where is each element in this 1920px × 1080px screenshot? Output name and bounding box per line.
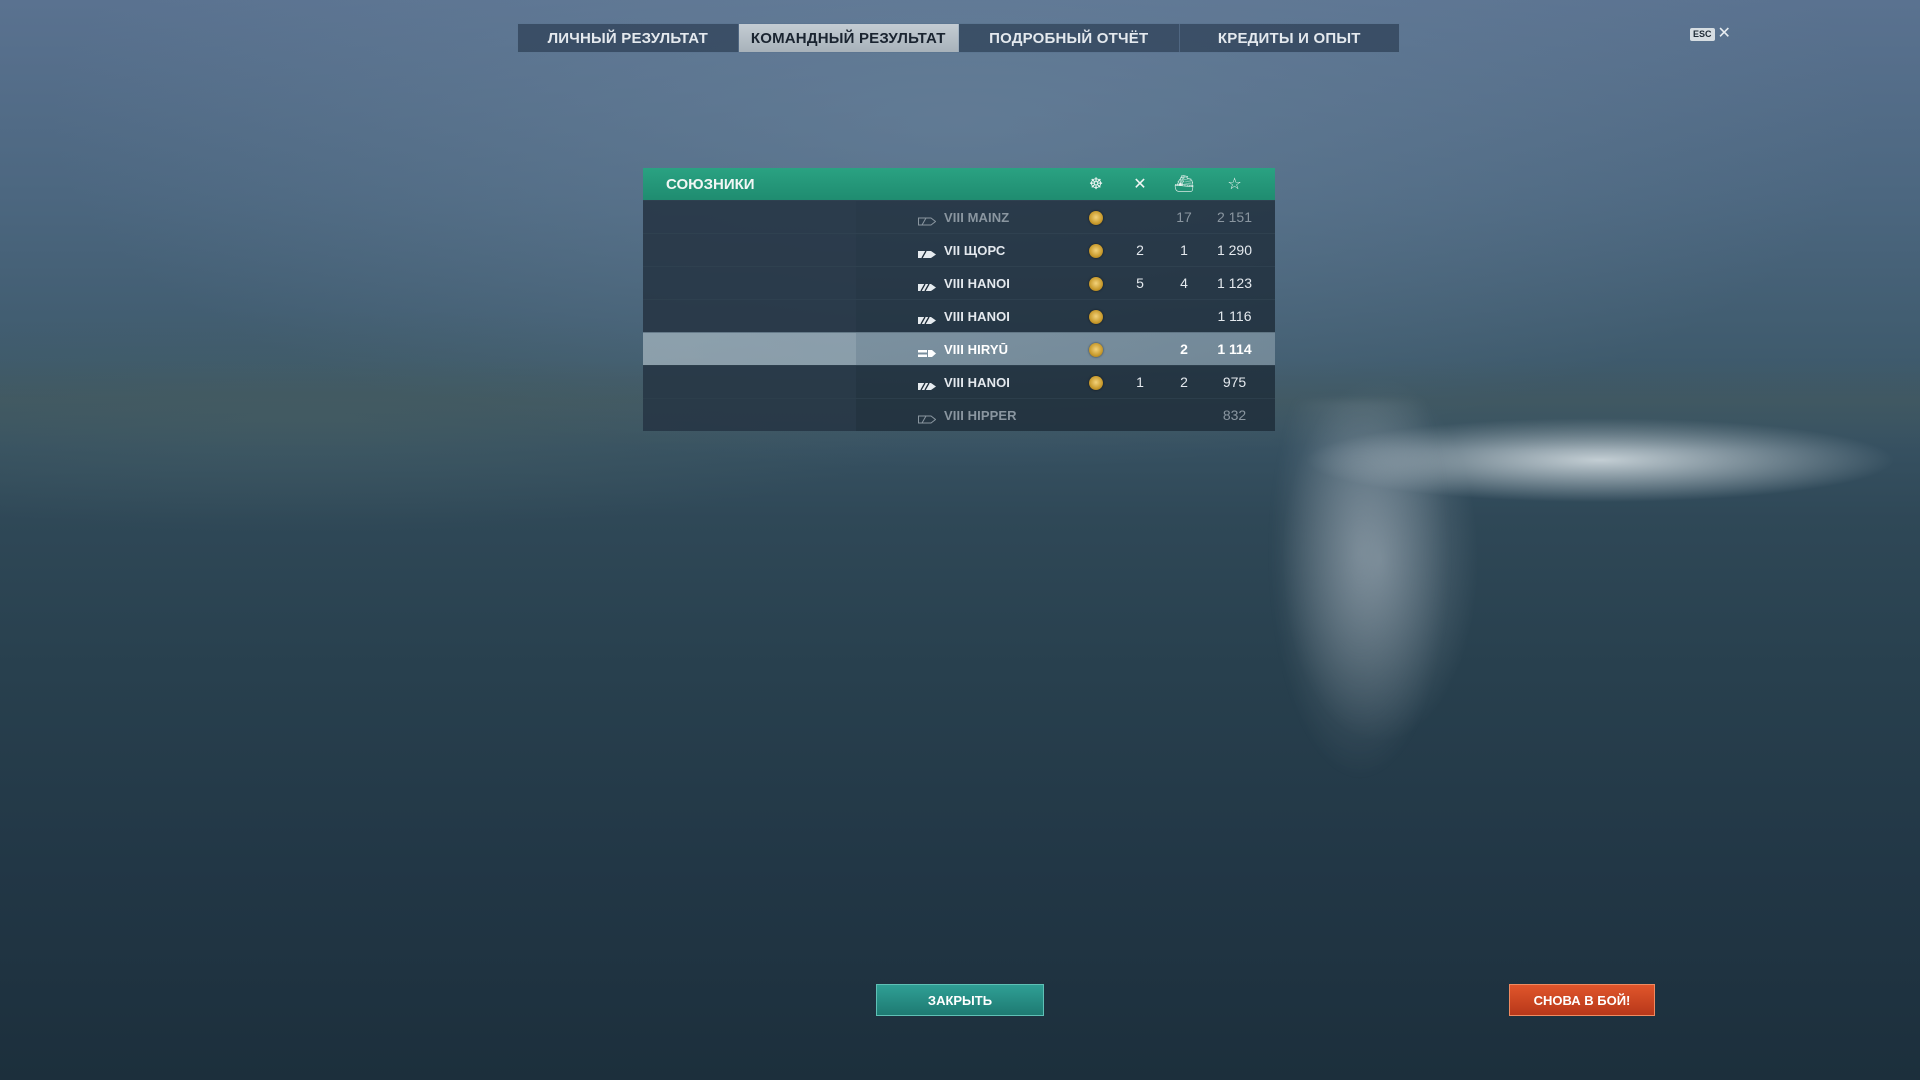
destroyer-icon	[918, 312, 936, 324]
esc-key-label: ESC	[1690, 27, 1715, 41]
carrier-icon	[918, 345, 936, 357]
ship-cell: VII ЩОРС	[918, 243, 1074, 258]
score-cell: 2 151	[1216, 209, 1253, 225]
battle-again-button[interactable]: СНОВА В БОЙ!	[1509, 984, 1655, 1016]
sunk-cell: 2	[1180, 341, 1188, 357]
tab-detailed-report[interactable]: ПОДРОБНЫЙ ОТЧЁТ	[959, 24, 1180, 52]
medal-cell	[1074, 374, 1118, 391]
medal-icon	[1089, 211, 1103, 226]
table-row[interactable]: VIII HIPPER 832	[643, 398, 1275, 431]
crossed-swords-icon: ✕	[1133, 176, 1147, 193]
cruiser-icon	[918, 246, 936, 258]
ship-cell: VIII HIRYŪ	[918, 342, 1074, 357]
result-tabs: ЛИЧНЫЙ РЕЗУЛЬТАТ КОМАНДНЫЙ РЕЗУЛЬТАТ ПОД…	[517, 23, 1400, 53]
table-row[interactable]: VIII HANOI 5 4 1 123	[643, 266, 1275, 299]
player-name-cell	[643, 399, 856, 431]
kills-cell: 5	[1136, 275, 1144, 291]
medal-cell	[1074, 308, 1118, 325]
table-row[interactable]: VIII HIRYŪ 2 1 114	[643, 332, 1275, 365]
medal-cell	[1074, 209, 1118, 226]
sunk-cell: 1	[1180, 242, 1188, 258]
sunk-cell: 17	[1176, 209, 1192, 225]
sunk-cell: 4	[1180, 275, 1188, 291]
medal-cell	[1074, 341, 1118, 358]
medal-cell	[1074, 275, 1118, 292]
tab-personal-result[interactable]: ЛИЧНЫЙ РЕЗУЛЬТАТ	[518, 24, 739, 52]
ship-name: VIII HANOI	[944, 275, 1011, 291]
tab-team-result[interactable]: КОМАНДНЫЙ РЕЗУЛЬТАТ	[738, 24, 959, 52]
ship-cell: VIII MAINZ	[918, 210, 1074, 225]
player-name-cell	[643, 366, 856, 398]
esc-close-button[interactable]: ESC ✕	[1690, 25, 1731, 42]
allies-title: СОЮЗНИКИ	[666, 175, 755, 193]
table-row[interactable]: VIII HANOI 1 116	[643, 299, 1275, 332]
medal-cell	[1074, 242, 1118, 259]
medal-icon	[1089, 376, 1103, 391]
destroyer-icon	[918, 378, 936, 390]
ship-cell: VIII HANOI	[918, 375, 1074, 390]
ship-name: VIII HANOI	[944, 308, 1011, 324]
ship-name: VII ЩОРС	[944, 242, 1006, 258]
player-name-cell	[643, 300, 856, 332]
table-row[interactable]: VII ЩОРС 2 1 1 290	[643, 233, 1275, 266]
ship-sinking-icon: ⛴	[1173, 176, 1195, 193]
allies-header: СОЮЗНИКИ ☸ ✕ ⛴ ☆	[643, 168, 1275, 200]
medal-icon	[1089, 343, 1103, 358]
medal-icon: ☸	[1088, 176, 1104, 193]
score-cell: 975	[1222, 374, 1247, 390]
ship-name: VIII MAINZ	[944, 209, 1010, 225]
star-icon: ☆	[1227, 176, 1242, 193]
allies-panel: СОЮЗНИКИ ☸ ✕ ⛴ ☆ VIII MAINZ 17 2 151 VII ЩО…	[643, 168, 1275, 431]
player-name-cell	[643, 267, 856, 299]
score-cell: 832	[1222, 407, 1247, 423]
sunk-cell: 2	[1180, 374, 1188, 390]
kills-cell: 2	[1136, 242, 1144, 258]
medal-icon	[1089, 277, 1103, 292]
destroyer-icon	[918, 279, 936, 291]
score-cell: 1 114	[1217, 341, 1252, 357]
ship-name: VIII HIPPER	[944, 407, 1017, 423]
table-row[interactable]: VIII HANOI 1 2 975	[643, 365, 1275, 398]
score-cell: 1 116	[1217, 308, 1252, 324]
allies-rows: VIII MAINZ 17 2 151 VII ЩОРС 2 1 1 290 VIII HAN…	[643, 200, 1275, 431]
close-icon: ✕	[1717, 25, 1731, 42]
close-button[interactable]: ЗАКРЫТЬ	[876, 984, 1044, 1016]
player-name-cell	[643, 201, 856, 233]
ship-name: VIII HIRYŪ	[944, 341, 1009, 357]
ship-cell: VIII HANOI	[918, 276, 1074, 291]
cruiser-icon-outline	[918, 411, 937, 423]
score-cell: 1 123	[1216, 275, 1253, 291]
kills-cell: 1	[1136, 374, 1144, 390]
ship-cell: VIII HIPPER	[918, 408, 1074, 423]
cruiser-icon-outline	[918, 213, 937, 225]
ship-cell: VIII HANOI	[918, 309, 1074, 324]
background-sun-glitter	[1270, 400, 1450, 780]
table-row[interactable]: VIII MAINZ 17 2 151	[643, 200, 1275, 233]
tab-credits-xp[interactable]: КРЕДИТЫ И ОПЫТ	[1180, 24, 1400, 52]
player-name-cell	[643, 234, 856, 266]
medal-icon	[1089, 310, 1103, 325]
player-name-cell	[643, 333, 856, 365]
score-cell: 1 290	[1216, 242, 1253, 258]
medal-icon	[1089, 244, 1103, 259]
ship-name: VIII HANOI	[944, 374, 1011, 390]
